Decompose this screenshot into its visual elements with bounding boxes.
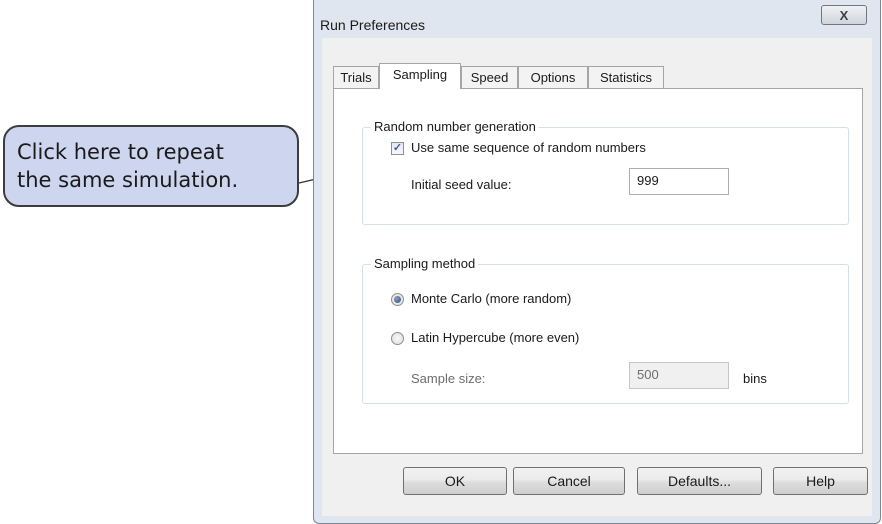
tab-trials[interactable]: Trials [333, 66, 379, 88]
bins-unit-label: bins [743, 371, 767, 386]
help-button[interactable]: Help [773, 467, 868, 495]
latin-hypercube-radio[interactable] [391, 332, 404, 345]
callout-annotation: Click here to repeat the same simulation… [3, 125, 299, 207]
same-sequence-label[interactable]: Use same sequence of random numbers [411, 140, 646, 155]
window-title: Run Preferences [320, 17, 426, 33]
ok-button[interactable]: OK [403, 467, 507, 495]
random-number-group: Random number generation ✓ Use same sequ… [362, 119, 849, 225]
callout-line-1: Click here to repeat [17, 140, 224, 164]
sample-size-label: Sample size: [411, 371, 486, 386]
seed-input[interactable]: 999 [629, 168, 729, 195]
tab-statistics[interactable]: Statistics [588, 66, 664, 88]
latin-hypercube-label[interactable]: Latin Hypercube (more even) [411, 330, 579, 345]
tab-sampling[interactable]: Sampling [379, 63, 461, 89]
cancel-button[interactable]: Cancel [513, 467, 625, 495]
sampling-method-group: Sampling method Monte Carlo (more random… [362, 256, 849, 404]
close-icon: X [839, 7, 849, 23]
callout-line-2: the same simulation. [17, 168, 239, 192]
close-button[interactable]: X [821, 5, 867, 25]
run-preferences-dialog: Run Preferences X Trials Sampling Speed … [313, 0, 881, 524]
sampling-tab-panel: Random number generation ✓ Use same sequ… [333, 88, 863, 454]
sample-size-input[interactable]: 500 [629, 362, 729, 389]
same-sequence-checkbox[interactable]: ✓ [391, 142, 404, 155]
monte-carlo-label[interactable]: Monte Carlo (more random) [411, 291, 571, 306]
tab-options[interactable]: Options [518, 66, 588, 88]
seed-label: Initial seed value: [411, 177, 512, 192]
defaults-button[interactable]: Defaults... [637, 467, 762, 495]
sampling-method-group-title: Sampling method [371, 256, 479, 271]
tab-speed[interactable]: Speed [461, 66, 518, 88]
checkmark-icon: ✓ [392, 142, 403, 154]
random-number-group-title: Random number generation [371, 119, 539, 134]
title-bar: Run Preferences X [314, 0, 880, 36]
monte-carlo-radio[interactable] [391, 293, 404, 306]
dialog-client-area: Trials Sampling Speed Options Statistics… [322, 38, 872, 516]
